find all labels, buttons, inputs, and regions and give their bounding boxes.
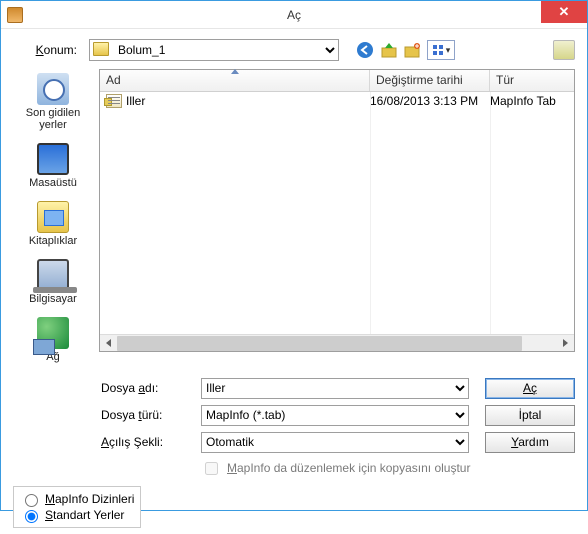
location-select-wrap: Bolum_1 (89, 39, 339, 61)
new-folder-icon[interactable] (403, 40, 423, 60)
radio-standard-label: Standart Yerler (45, 508, 124, 522)
back-icon[interactable] (355, 40, 375, 60)
radio-mapinfo[interactable]: MapInfo Dizinleri (20, 491, 134, 507)
column-name-label: Ad (106, 73, 121, 87)
file-date: 16/08/2013 3:13 PM (370, 94, 490, 108)
column-divider (370, 92, 371, 334)
cancel-button[interactable]: İptal (485, 405, 575, 426)
network-icon (37, 317, 69, 349)
filename-field[interactable]: Iller (201, 378, 469, 399)
sidebar-item-recent[interactable]: Son gidilen yerler (13, 69, 93, 137)
window-title: Aç (1, 8, 587, 22)
mapinfo-tab-icon (106, 94, 122, 108)
sidebar-item-network[interactable]: Ağ (13, 313, 93, 369)
scroll-left-button[interactable] (100, 335, 117, 351)
filetype-field[interactable]: MapInfo (*.tab) (201, 405, 469, 426)
column-name[interactable]: Ad (100, 70, 370, 91)
main-area: Son gidilen yerler Masaüstü Kitaplıklar … (13, 69, 575, 370)
filename-label: Dosya adı: (101, 381, 191, 395)
location-label: Konum: (13, 43, 83, 57)
file-list: Ad Değiştirme tarihi Tür Iller 16/08/201… (99, 69, 575, 352)
column-headers: Ad Değiştirme tarihi Tür (100, 70, 574, 92)
titlebar: Aç ✕ (1, 1, 587, 29)
file-row[interactable]: Iller 16/08/2013 3:13 PM MapInfo Tab (100, 92, 574, 110)
file-rows[interactable]: Iller 16/08/2013 3:13 PM MapInfo Tab (100, 92, 574, 334)
sidebar-item-label: Masaüstü (13, 177, 93, 189)
scroll-right-button[interactable] (557, 335, 574, 351)
sidebar-item-desktop[interactable]: Masaüstü (13, 139, 93, 195)
sidebar-item-label: Bilgisayar (13, 293, 93, 305)
libraries-icon (37, 201, 69, 233)
nav-icons: ▾ (355, 40, 455, 60)
desktop-icon (37, 143, 69, 175)
column-type[interactable]: Tür (490, 70, 574, 91)
horizontal-scrollbar[interactable] (100, 334, 574, 351)
column-date[interactable]: Değiştirme tarihi (370, 70, 490, 91)
location-select[interactable]: Bolum_1 (89, 39, 339, 61)
sort-ascending-icon (231, 69, 239, 74)
sidebar-item-label: Son gidilen yerler (13, 107, 93, 131)
places-sidebar: Son gidilen yerler Masaüstü Kitaplıklar … (13, 69, 93, 370)
file-name: Iller (126, 94, 145, 108)
up-icon[interactable] (379, 40, 399, 60)
openmode-field[interactable]: Otomatik (201, 432, 469, 453)
scroll-thumb[interactable] (117, 336, 522, 351)
create-copy-checkbox (205, 462, 218, 475)
sidebar-item-label: Kitaplıklar (13, 235, 93, 247)
location-row: Konum: Bolum_1 ▾ (13, 39, 575, 61)
radio-standard[interactable]: Standart Yerler (20, 507, 134, 523)
close-button[interactable]: ✕ (541, 1, 587, 23)
column-type-label: Tür (496, 73, 514, 87)
create-copy-label: MapInfo da düzenlemek için kopyasını olu… (227, 461, 470, 475)
view-menu-icon[interactable]: ▾ (427, 40, 455, 60)
radio-mapinfo-input[interactable] (25, 494, 38, 507)
computer-icon (37, 259, 69, 291)
openmode-label: Açılış Şekli: (101, 435, 191, 449)
scroll-track[interactable] (117, 335, 557, 351)
radio-standard-input[interactable] (25, 510, 38, 523)
dialog-buttons: Aç İptal Yardım (485, 378, 575, 478)
radio-mapinfo-label: MapInfo Dizinleri (45, 492, 134, 506)
bottom-panel: Dosya adı: Iller Dosya türü: MapInfo (*.… (13, 378, 575, 478)
recent-icon (37, 73, 69, 105)
mapinfo-places-icon[interactable] (553, 40, 575, 60)
filetype-label: Dosya türü: (101, 408, 191, 422)
help-button[interactable]: Yardım (485, 432, 575, 453)
directory-mode-group: MapInfo Dizinleri Standart Yerler (13, 486, 141, 528)
column-date-label: Değiştirme tarihi (376, 73, 463, 87)
sidebar-item-computer[interactable]: Bilgisayar (13, 255, 93, 311)
form-area: Dosya adı: Iller Dosya türü: MapInfo (*.… (101, 378, 477, 478)
dialog-content: Konum: Bolum_1 ▾ (1, 29, 587, 534)
column-divider (490, 92, 491, 334)
open-button[interactable]: Aç (485, 378, 575, 399)
folder-icon (93, 42, 109, 56)
file-type: MapInfo Tab (490, 94, 568, 108)
sidebar-item-libraries[interactable]: Kitaplıklar (13, 197, 93, 253)
